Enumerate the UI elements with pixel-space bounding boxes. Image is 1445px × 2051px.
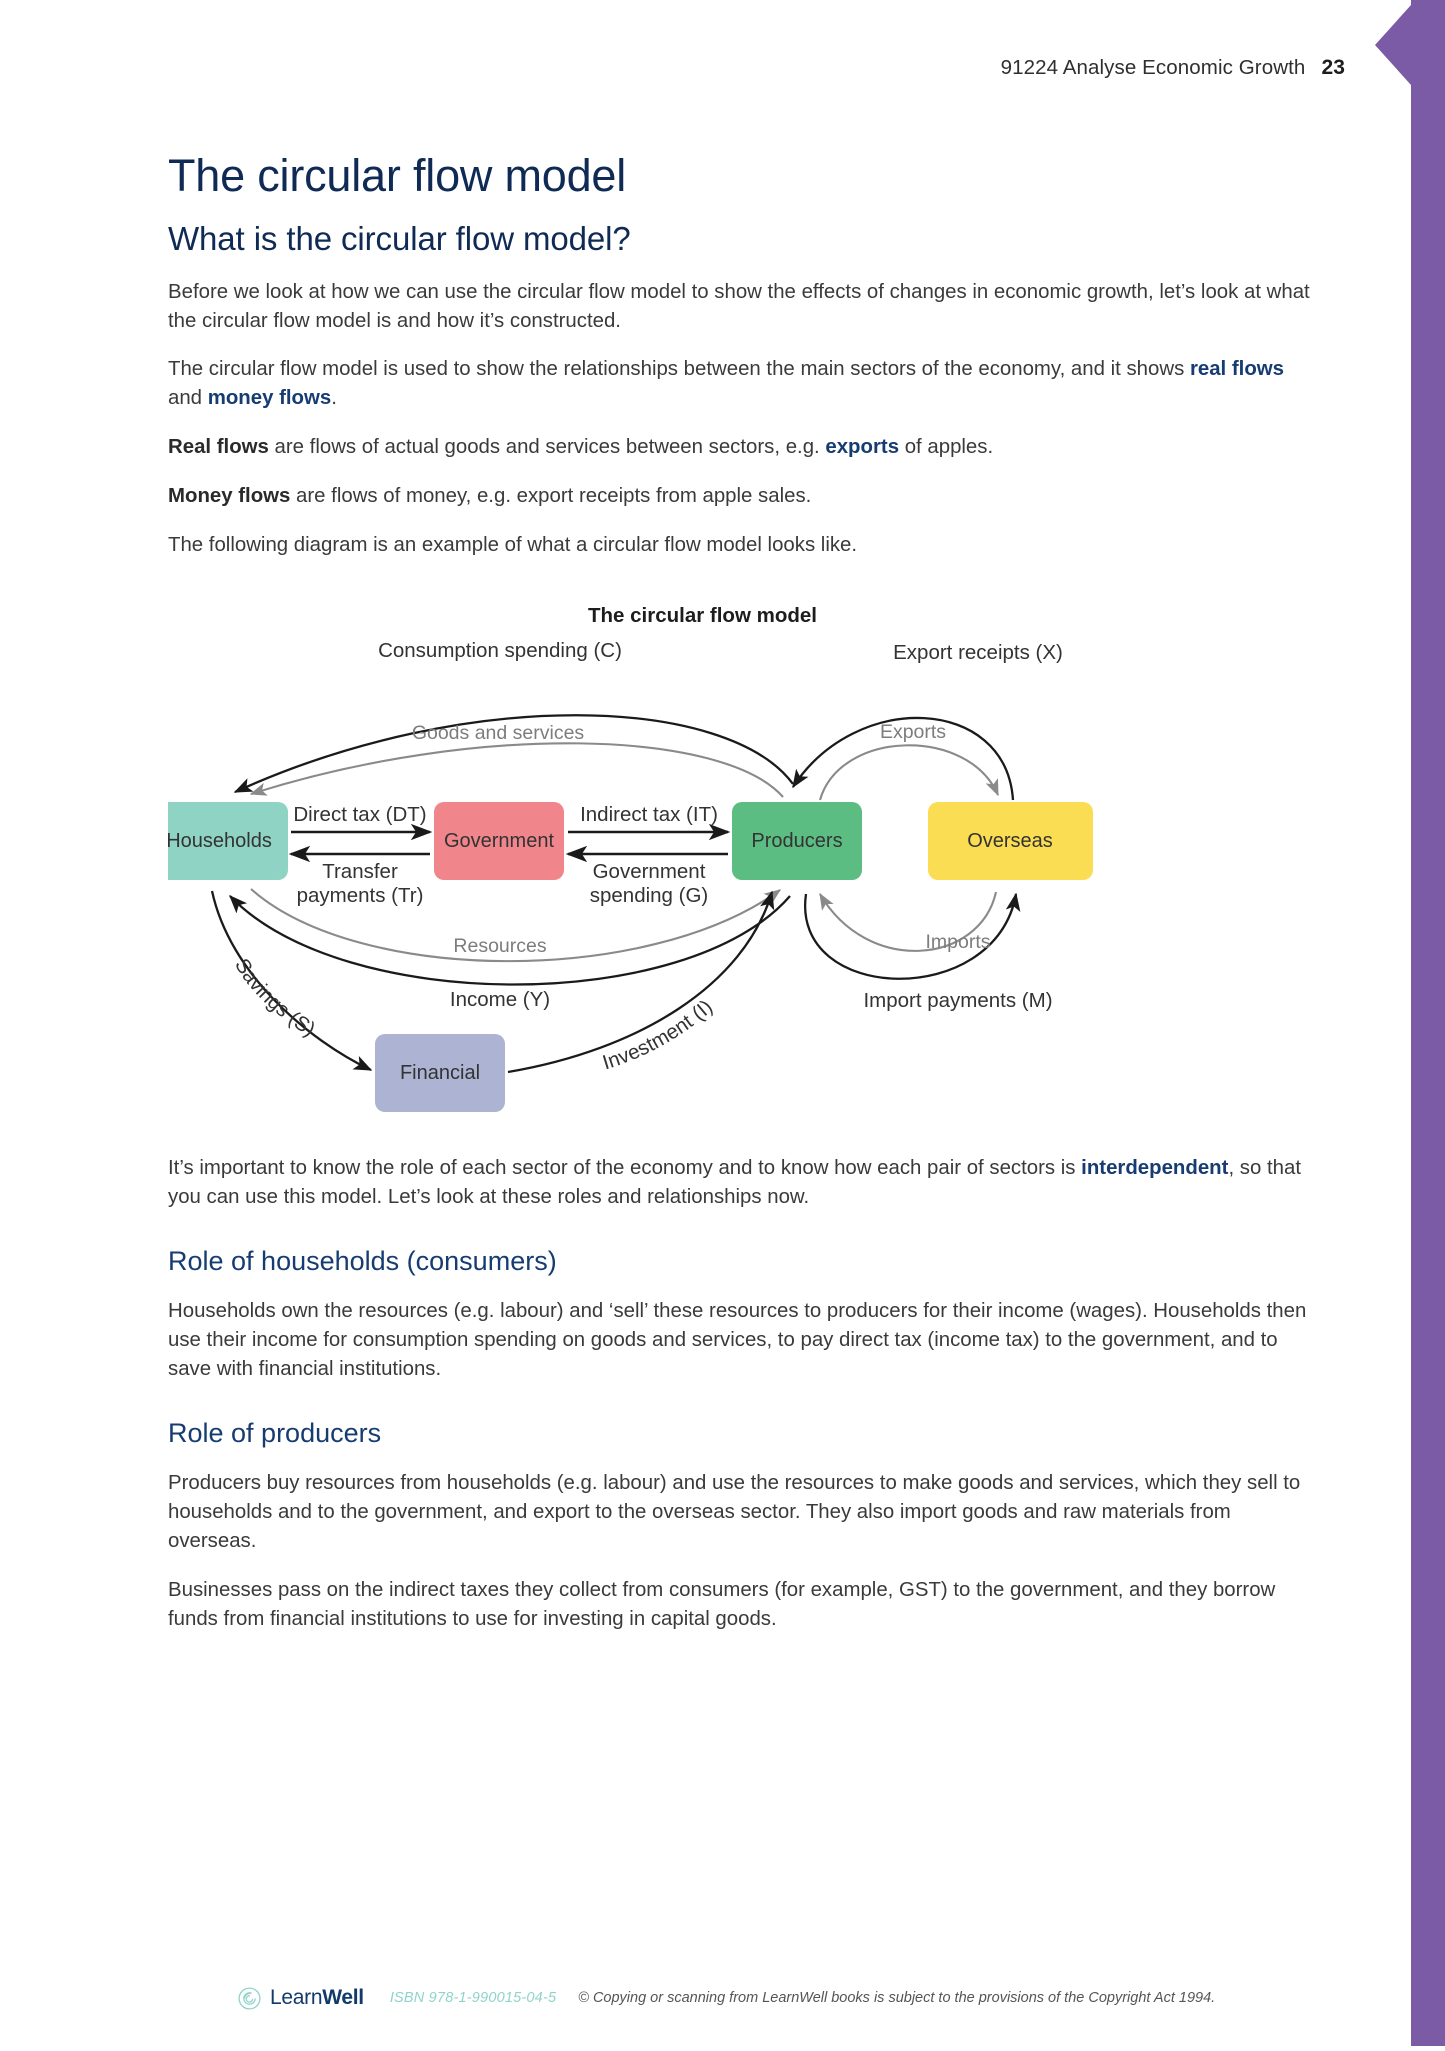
flow-label-savings: Savings (S) bbox=[230, 955, 319, 1042]
sector-box-financial[interactable]: Financial bbox=[375, 1034, 505, 1113]
paragraph-diagram-lead-in: The following diagram is an example of w… bbox=[168, 534, 858, 557]
flow-label-imports: Imports bbox=[925, 931, 990, 953]
paragraph-producers-role: Producers buy resources from households … bbox=[168, 1472, 1301, 1553]
flow-arc-exports bbox=[818, 744, 999, 801]
sector-label-overseas: Overseas bbox=[967, 830, 1053, 852]
sector-label-households: Households bbox=[168, 830, 272, 852]
term-exports: exports bbox=[825, 436, 900, 459]
circular-flow-diagram: The circular flow model Households Gover… bbox=[168, 604, 1313, 1134]
flow-label-transfer-payments-line2: payments (Tr) bbox=[297, 884, 424, 907]
text-run: are flows of money, e.g. export receipts… bbox=[290, 485, 812, 508]
flow-label-goods-and-services: Goods and services bbox=[412, 722, 585, 744]
flow-label-government-spending-line2: spending (G) bbox=[590, 884, 709, 907]
copyright-notice: © Copying or scanning from LearnWell boo… bbox=[578, 1990, 1216, 2006]
page-title: The circular flow model bbox=[168, 150, 627, 201]
figure-title: The circular flow model bbox=[588, 604, 817, 627]
paragraph-interdependent: It’s important to know the role of each … bbox=[168, 1154, 1313, 1212]
flow-arc-goods-and-services bbox=[249, 742, 784, 799]
term-money-flows: money flows bbox=[207, 387, 332, 410]
sector-box-producers[interactable]: Producers bbox=[732, 802, 862, 881]
term-real-flows-bold: Real flows bbox=[168, 436, 269, 459]
paragraph-households-role: Households own the resources (e.g. labou… bbox=[168, 1300, 1307, 1381]
flow-label-indirect-tax: Indirect tax (IT) bbox=[580, 803, 718, 826]
flow-label-savings-text: Savings (S) bbox=[230, 955, 319, 1042]
brand-learn: Learn bbox=[270, 1986, 323, 2009]
sector-label-producers: Producers bbox=[751, 830, 842, 852]
flow-label-government-spending-line1: Government bbox=[593, 860, 706, 883]
text-run: of apples. bbox=[899, 436, 994, 459]
flow-label-investment-text: Investment (I) bbox=[600, 996, 717, 1075]
sector-label-financial: Financial bbox=[400, 1062, 480, 1084]
sector-box-government[interactable]: Government bbox=[434, 802, 564, 881]
flow-label-import-payments: Import payments (M) bbox=[863, 989, 1052, 1012]
learnwell-wordmark: LearnWell bbox=[270, 1986, 364, 2010]
flow-label-direct-tax: Direct tax (DT) bbox=[293, 803, 426, 826]
term-interdependent: interdependent bbox=[1081, 1157, 1229, 1180]
sector-box-overseas[interactable]: Overseas bbox=[928, 802, 1093, 881]
subheading-role-of-producers: Role of producers bbox=[168, 1418, 382, 1449]
sector-box-households[interactable]: Households bbox=[168, 802, 288, 881]
term-real-flows: real flows bbox=[1189, 358, 1284, 381]
flow-label-income: Income (Y) bbox=[450, 988, 550, 1011]
flow-arc-savings bbox=[210, 891, 373, 1072]
text-run: The circular flow model is used to show … bbox=[168, 358, 1190, 381]
text-run: are flows of actual goods and services b… bbox=[268, 436, 826, 459]
flow-label-transfer-payments-line1: Transfer bbox=[322, 860, 398, 883]
sector-label-government: Government bbox=[444, 830, 554, 852]
page-number: 23 bbox=[1321, 56, 1345, 79]
isbn-text: ISBN 978-1-990015-04-5 bbox=[389, 1990, 557, 2006]
text-run: . bbox=[331, 387, 337, 410]
page-footer: LearnWell ISBN 978-1-990015-04-5 © Copyi… bbox=[238, 1986, 1215, 2010]
section-heading-what-is: What is the circular flow model? bbox=[168, 220, 631, 258]
term-money-flows-bold: Money flows bbox=[168, 485, 291, 508]
purple-bar-shape bbox=[1375, 0, 1445, 2046]
paragraph-money-flows-def: Money flows are flows of money, e.g. exp… bbox=[168, 482, 1313, 511]
page-content: The circular flow model What is the circ… bbox=[168, 0, 1313, 1634]
learnwell-logo: LearnWell bbox=[238, 1986, 364, 2010]
paragraph-real-flows-def: Real flows are flows of actual goods and… bbox=[168, 433, 1313, 462]
flow-label-investment: Investment (I) bbox=[600, 996, 717, 1075]
flow-label-consumption-spending: Consumption spending (C) bbox=[378, 639, 622, 662]
brand-well: Well bbox=[322, 1986, 364, 2009]
text-run: It’s important to know the role of each … bbox=[168, 1157, 1082, 1180]
paragraph-real-and-money-flows: The circular flow model is used to show … bbox=[168, 355, 1313, 413]
subheading-role-of-households: Role of households (consumers) bbox=[168, 1246, 557, 1277]
page-edge-marker bbox=[1375, 0, 1445, 2046]
flow-label-exports: Exports bbox=[880, 721, 946, 743]
paragraph-producers-taxes: Businesses pass on the indirect taxes th… bbox=[168, 1579, 1276, 1631]
spiral-icon bbox=[238, 1986, 261, 2010]
flow-label-export-receipts: Export receipts (X) bbox=[893, 641, 1063, 664]
flow-label-resources: Resources bbox=[453, 935, 546, 957]
paragraph-intro: Before we look at how we can use the cir… bbox=[168, 280, 1310, 332]
text-run: and bbox=[168, 387, 208, 410]
